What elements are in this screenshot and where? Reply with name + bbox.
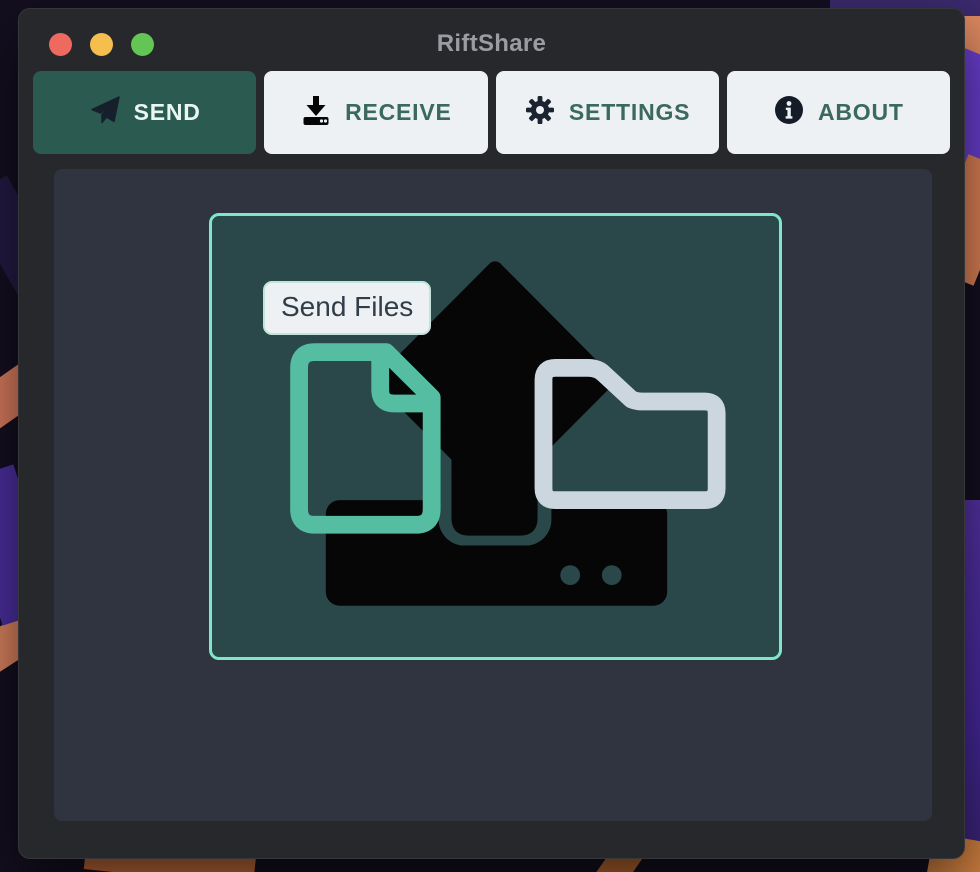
titlebar: RiftShare bbox=[19, 9, 964, 71]
download-icon bbox=[300, 94, 332, 132]
tab-send[interactable]: SEND bbox=[33, 71, 256, 154]
desktop: { "window": { "title": "RiftShare", "tra… bbox=[0, 0, 980, 872]
tab-about[interactable]: ABOUT bbox=[727, 71, 950, 154]
riftshare-window: RiftShare SEND RECEIVE bbox=[18, 8, 965, 859]
paper-plane-icon bbox=[89, 94, 121, 132]
send-files-label[interactable]: Send Files bbox=[263, 281, 431, 335]
gear-icon bbox=[524, 94, 556, 132]
tab-settings[interactable]: SETTINGS bbox=[496, 71, 719, 154]
tab-bar: SEND RECEIVE bbox=[33, 71, 950, 154]
file-icon bbox=[299, 352, 432, 525]
info-icon bbox=[773, 94, 805, 132]
tab-settings-label: SETTINGS bbox=[569, 99, 690, 126]
tab-receive[interactable]: RECEIVE bbox=[264, 71, 487, 154]
content-panel: Send Files bbox=[54, 169, 932, 821]
window-title: RiftShare bbox=[19, 30, 964, 58]
send-dropzone[interactable]: Send Files bbox=[209, 213, 782, 660]
tab-receive-label: RECEIVE bbox=[345, 99, 452, 126]
tab-send-label: SEND bbox=[134, 99, 201, 126]
tab-about-label: ABOUT bbox=[818, 99, 904, 126]
